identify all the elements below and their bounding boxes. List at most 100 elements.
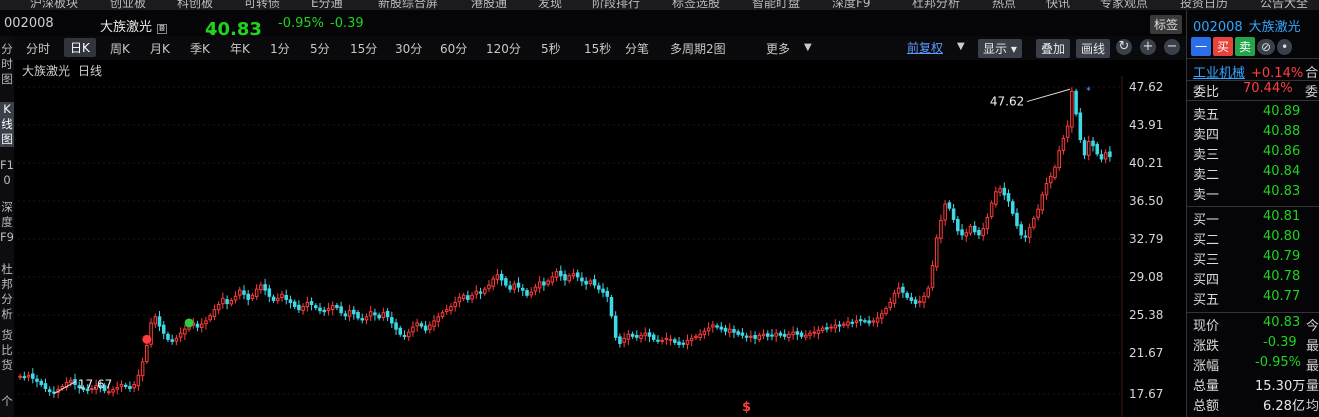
fq-chevron-icon[interactable]: ▼ xyxy=(957,41,965,52)
top-nav-item[interactable]: 专家观点 xyxy=(1100,0,1148,10)
period-tab[interactable]: 月K xyxy=(150,40,170,57)
candle-body xyxy=(580,277,584,282)
top-nav-item[interactable]: 科创板 xyxy=(177,0,213,10)
candle-body xyxy=(343,313,348,317)
period-tab[interactable]: 周K xyxy=(110,40,130,57)
top-nav-item[interactable]: E分通 xyxy=(311,0,343,10)
period-tab[interactable]: 分时 xyxy=(26,40,50,57)
top-nav-item[interactable]: 阶段排行 xyxy=(592,0,640,10)
candle-body xyxy=(939,219,943,239)
top-nav-item[interactable]: 发现 xyxy=(538,0,562,10)
candle-body xyxy=(639,334,643,340)
candle xyxy=(571,268,576,280)
fq-dropdown[interactable]: 前复权 xyxy=(907,39,943,56)
top-nav-item[interactable]: 投资日历 xyxy=(1180,0,1228,10)
period-tab[interactable]: 120分 xyxy=(486,40,521,57)
top-nav-item[interactable]: 深度F9 xyxy=(832,0,871,10)
candle-body xyxy=(525,290,529,296)
period-tab[interactable]: 多周期2图 xyxy=(670,40,726,57)
y-tick-label: 25.38 xyxy=(1129,308,1163,322)
candle xyxy=(630,331,635,339)
tag-button[interactable]: 标签 xyxy=(1149,15,1182,34)
zoom-in-icon[interactable]: + xyxy=(1140,39,1156,55)
candle xyxy=(1078,108,1083,143)
refresh-icon[interactable]: ↻ xyxy=(1116,39,1132,55)
period-tab[interactable]: 60分 xyxy=(440,40,467,57)
candle-body xyxy=(174,337,179,342)
period-tab[interactable]: 季K xyxy=(190,40,210,57)
candle xyxy=(276,293,280,304)
top-nav-item[interactable]: 快讯 xyxy=(1046,0,1070,10)
top-nav-item[interactable]: 智能盯盘 xyxy=(752,0,800,10)
top-nav-item[interactable]: 公告大全 xyxy=(1260,0,1308,10)
candle-body xyxy=(183,328,187,335)
candle-body xyxy=(575,272,580,278)
candle-body xyxy=(276,297,280,301)
period-tab[interactable]: 分笔 xyxy=(625,40,649,57)
change-amount: -0.39 xyxy=(330,16,364,31)
top-nav-item[interactable]: 新股综合屏 xyxy=(378,0,438,10)
left-tab-2[interactable]: F10 xyxy=(0,158,14,188)
divider xyxy=(1187,312,1319,313)
display-button[interactable]: 显示 ▾ xyxy=(978,39,1022,58)
candle xyxy=(1027,223,1032,244)
candle xyxy=(880,309,884,325)
candle-body xyxy=(956,218,960,232)
candle xyxy=(330,301,335,316)
candle xyxy=(782,329,787,340)
more-icon[interactable]: • xyxy=(1277,39,1293,55)
period-tab[interactable]: 15秒 xyxy=(584,40,611,57)
top-nav-item[interactable]: 标签选股 xyxy=(672,0,720,10)
trade-button[interactable]: 一 xyxy=(1191,37,1212,56)
left-tab-6[interactable]: 个 xyxy=(0,394,14,409)
trade-button[interactable]: 卖 xyxy=(1235,37,1256,56)
candle-body xyxy=(199,323,204,328)
candle-body xyxy=(787,333,791,339)
candle xyxy=(947,200,952,211)
top-nav-item[interactable]: 可转债 xyxy=(244,0,280,10)
link-icon[interactable]: ⊘ xyxy=(1257,39,1276,55)
period-tab[interactable]: 30分 xyxy=(395,40,422,57)
top-nav-item[interactable]: 港股通 xyxy=(471,0,507,10)
left-tab-1[interactable]: K线图 xyxy=(0,102,14,147)
more-dropdown-icon[interactable]: ▼ xyxy=(804,42,812,53)
candles xyxy=(18,87,1112,399)
trade-button[interactable]: 买 xyxy=(1213,37,1234,56)
period-tab[interactable]: 15分 xyxy=(350,40,377,57)
period-tab[interactable]: 更多 xyxy=(766,40,790,57)
overlay-button[interactable]: 叠加 xyxy=(1036,39,1071,58)
period-tab[interactable]: 5秒 xyxy=(541,40,561,57)
wei-bi-tail: 委 xyxy=(1305,85,1319,100)
left-tab-3[interactable]: 深度F9 xyxy=(0,200,14,245)
left-tab-0[interactable]: 分时图 xyxy=(0,42,14,87)
top-nav-item[interactable]: 沪深板块 xyxy=(30,0,78,10)
candle-body xyxy=(905,292,909,298)
candle-body xyxy=(499,273,504,281)
period-tab[interactable]: 日K xyxy=(64,38,96,57)
candle xyxy=(871,317,876,327)
candle-body xyxy=(318,307,322,312)
draw-line-button[interactable]: 画线 xyxy=(1076,39,1111,58)
candle xyxy=(765,330,770,341)
kline-chart-svg[interactable]: 47.62 43.91 40.21 36.50 32.79 29.08 25.38 21.67… xyxy=(14,60,1186,417)
top-nav-item[interactable]: 杜邦分析 xyxy=(912,0,960,10)
candle-body xyxy=(723,327,728,332)
top-nav-item[interactable]: 创业板 xyxy=(110,0,146,10)
industry-row[interactable]: 工业机械 +0.14% 合 xyxy=(1193,62,1318,81)
period-tab[interactable]: 1分 xyxy=(270,40,290,57)
left-tab-5[interactable]: 货比货 xyxy=(0,328,14,373)
left-tab-4[interactable]: 杜邦分析 xyxy=(0,262,14,322)
stat-value: 40.83 xyxy=(1263,315,1301,330)
candle-body xyxy=(715,325,719,328)
kline-chart[interactable]: 47.62 43.91 40.21 36.50 32.79 29.08 25.38 21.67… xyxy=(14,60,1186,417)
candle xyxy=(292,299,297,310)
zoom-out-icon[interactable]: − xyxy=(1164,39,1180,55)
industry-name[interactable]: 工业机械 xyxy=(1193,66,1245,81)
period-tab[interactable]: 年K xyxy=(230,40,250,57)
candle-body xyxy=(107,391,111,394)
stock-name[interactable]: 大族激光 xyxy=(100,16,152,35)
candle xyxy=(972,221,977,236)
top-nav-item[interactable]: 热点 xyxy=(992,0,1016,10)
candle xyxy=(951,203,956,223)
period-tab[interactable]: 5分 xyxy=(310,40,330,57)
